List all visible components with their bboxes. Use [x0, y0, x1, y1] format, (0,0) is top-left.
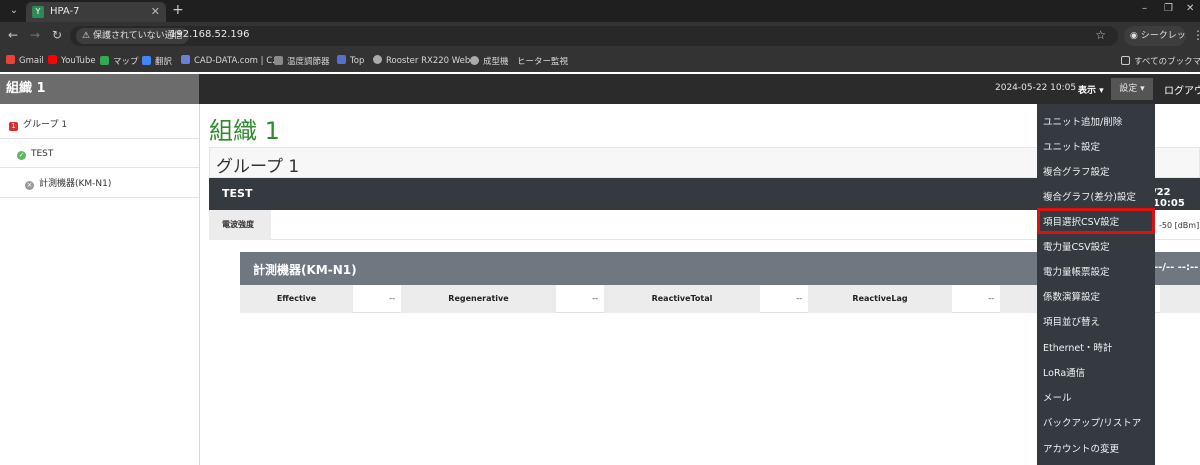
menu-item-power-csv[interactable]: 電力量CSV設定	[1037, 235, 1155, 260]
view-menu-button[interactable]: 表示 ▾	[1078, 83, 1104, 96]
window-close-icon[interactable]: ✕	[1186, 3, 1194, 14]
back-icon[interactable]: ←	[8, 28, 18, 42]
bookmark-item[interactable]: Top	[337, 55, 364, 66]
settings-dropdown-menu: ユニット追加/削除 ユニット設定 複合グラフ設定 複合グラフ(差分)設定 項目選…	[1037, 104, 1155, 465]
bookmark-item[interactable]: マップ	[100, 55, 139, 67]
menu-item-composite-graph-diff[interactable]: 複合グラフ(差分)設定	[1037, 185, 1155, 210]
bookmark-item[interactable]: 温度調節器	[274, 55, 330, 67]
group-status-icon: 1	[9, 122, 18, 131]
bookmark-item[interactable]: Rooster RX220 Web...	[373, 55, 478, 66]
sidebar-item-unit[interactable]: ✓ TEST	[0, 140, 199, 168]
settings-menu-button[interactable]: 設定 ▾	[1111, 78, 1153, 100]
maps-icon	[100, 56, 109, 65]
globe-icon	[373, 55, 382, 64]
browser-tab[interactable]: Y HPA-7 ✕	[26, 2, 166, 22]
menu-item-lora[interactable]: LoRa通信	[1037, 361, 1155, 386]
highlight-box	[1037, 208, 1155, 234]
menu-item-account[interactable]: アカウントの変更	[1037, 437, 1155, 462]
folder-icon	[1121, 56, 1130, 65]
device-timestamp: --/-- --:--	[1154, 262, 1199, 273]
address-bar[interactable]: ⚠ 保護されていない通信 192.168.52.196 ☆	[70, 26, 1118, 46]
logout-link[interactable]: ログアウ	[1164, 82, 1200, 97]
close-tab-icon[interactable]: ✕	[151, 5, 160, 18]
menu-item-unit-add-remove[interactable]: ユニット追加/削除	[1037, 110, 1155, 135]
url-text[interactable]: 192.168.52.196	[170, 29, 250, 40]
disconnected-icon: ×	[25, 181, 34, 190]
page-icon	[337, 55, 346, 64]
signal-value: -50 [dBm]	[1159, 221, 1200, 230]
measurement-label-partial	[1000, 285, 1037, 313]
menu-item-ethernet-clock[interactable]: Ethernet・時計	[1037, 336, 1155, 361]
signal-label: 電波強度	[209, 210, 271, 240]
menu-item-coefficient-calc[interactable]: 係数演算設定	[1037, 285, 1155, 310]
tab-title: HPA-7	[50, 6, 80, 17]
menu-item-unit-settings[interactable]: ユニット設定	[1037, 135, 1155, 160]
cad-data-icon	[181, 55, 190, 64]
browser-toolbar: ← → ↻ ⚠ 保護されていない通信 192.168.52.196 ☆ ◉ シー…	[0, 22, 1200, 61]
globe-icon	[470, 56, 479, 65]
measurement-label-partial	[1160, 285, 1200, 313]
forward-icon[interactable]: →	[30, 28, 40, 42]
translate-icon	[142, 56, 151, 65]
browser-menu-icon[interactable]: ⋮	[1192, 28, 1200, 42]
header-datetime: 2024-05-22 10:05	[995, 83, 1077, 93]
menu-item-composite-graph[interactable]: 複合グラフ設定	[1037, 160, 1155, 185]
page-title: 組織 1	[209, 117, 280, 145]
all-bookmarks[interactable]: すべてのブックマー	[1121, 55, 1200, 67]
menu-item-power-report[interactable]: 電力量帳票設定	[1037, 260, 1155, 285]
menu-item-backup-restore[interactable]: バックアップ/リストア	[1037, 411, 1155, 436]
measurement-value: --	[389, 294, 395, 303]
menu-item-mail[interactable]: メール	[1037, 386, 1155, 411]
page-icon	[274, 56, 283, 65]
measurement-value: --	[988, 294, 994, 303]
org-name[interactable]: 組織 1	[0, 74, 199, 104]
sidebar-item-group[interactable]: 1 グループ 1	[0, 111, 199, 139]
measurement-value: --	[796, 294, 802, 303]
bookmark-item[interactable]: 翻訳	[142, 55, 172, 67]
measurement-label: Regenerative	[401, 285, 556, 313]
measurement-label: ReactiveTotal	[604, 285, 760, 313]
incognito-button[interactable]: ◉ シークレット	[1124, 26, 1186, 61]
device-name: 計測機器(KM-N1)	[253, 263, 357, 277]
sidebar: 1 グループ 1 ✓ TEST × 計測機器(KM-N1)	[0, 104, 200, 465]
sidebar-item-device[interactable]: × 計測機器(KM-N1)	[0, 170, 199, 198]
gmail-icon	[6, 55, 15, 64]
minimize-icon[interactable]: –	[1142, 3, 1147, 14]
menu-item-item-reorder[interactable]: 項目並び替え	[1037, 310, 1155, 335]
bookmark-item[interactable]: Gmail	[6, 55, 44, 66]
bookmark-item[interactable]: 成型機 ヒーター監視	[470, 55, 568, 67]
new-tab-icon[interactable]: +	[172, 2, 184, 18]
check-icon: ✓	[17, 151, 26, 160]
unit-name: TEST	[222, 187, 253, 200]
bookmark-item[interactable]: CAD-DATA.com | C...	[181, 55, 280, 66]
restore-icon[interactable]: ❐	[1164, 3, 1173, 14]
measurement-label: ReactiveLag	[808, 285, 952, 313]
measurement-value: --	[592, 294, 598, 303]
favicon-icon: Y	[32, 6, 44, 18]
youtube-icon	[48, 55, 57, 64]
bookmarks-bar: Gmail YouTube マップ 翻訳 CAD-DATA.com | C...…	[0, 50, 1200, 72]
group-title: グループ 1	[216, 157, 300, 177]
bookmark-star-icon[interactable]: ☆	[1095, 28, 1106, 42]
app-header: 組織 1 2024-05-22 10:05 表示 ▾ 設定 ▾ ログアウ	[0, 74, 1200, 104]
browser-tab-bar: ⌄ Y HPA-7 ✕ + – ❐ ✕	[0, 0, 1200, 22]
bookmark-item[interactable]: YouTube	[48, 55, 96, 66]
unit-timestamp: /22 10:05	[1153, 187, 1185, 209]
tab-search-icon[interactable]: ⌄	[6, 3, 22, 19]
measurement-label: Effective	[240, 285, 353, 313]
reload-icon[interactable]: ↻	[52, 28, 62, 42]
